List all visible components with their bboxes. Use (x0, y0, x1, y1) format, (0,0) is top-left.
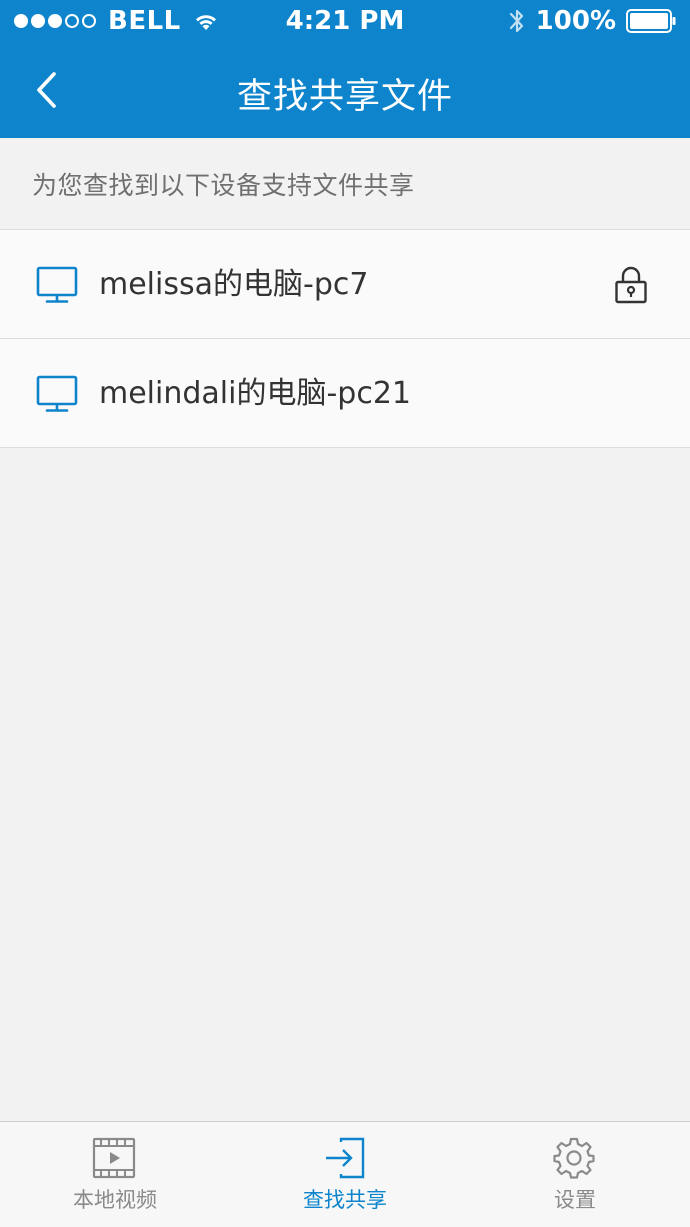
share-enter-icon (326, 1137, 365, 1179)
monitor-icon (36, 266, 78, 303)
status-right: 100% (508, 6, 676, 36)
video-film-icon (92, 1137, 136, 1179)
tab-label: 设置 (554, 1188, 596, 1212)
device-list: melissa的电脑-pc7 melindali的电脑-pc21 (0, 229, 690, 448)
tab-local-video[interactable]: 本地视频 (0, 1122, 230, 1227)
device-row-melissa[interactable]: melissa的电脑-pc7 (0, 230, 690, 339)
monitor-icon (36, 375, 78, 412)
tab-find-share[interactable]: 查找共享 (230, 1122, 460, 1227)
battery-icon (626, 9, 676, 33)
gear-icon (553, 1137, 595, 1179)
device-row-melindali[interactable]: melindali的电脑-pc21 (0, 339, 690, 448)
device-name: melindali的电脑-pc21 (99, 376, 411, 411)
bluetooth-icon (509, 9, 523, 33)
page-title: 查找共享文件 (236, 77, 453, 117)
search-hint-text: 为您查找到以下设备支持文件共享 (32, 170, 415, 200)
nav-bar: 查找共享文件 (0, 44, 690, 138)
tab-settings[interactable]: 设置 (460, 1122, 690, 1227)
app-header: BELL 4:21 PM 100% 查找共享文件 (0, 0, 690, 138)
tab-label: 本地视频 (73, 1188, 157, 1212)
screen: BELL 4:21 PM 100% 查找共享文件 为您查找到以下设备支持文件共享… (0, 0, 690, 1227)
tab-label: 查找共享 (303, 1188, 387, 1212)
status-bar: BELL 4:21 PM 100% (0, 0, 690, 44)
tab-bar: 本地视频 查找共享 设置 (0, 1121, 690, 1227)
device-name: melissa的电脑-pc7 (99, 267, 369, 302)
lock-icon (615, 266, 647, 304)
battery-percent: 100% (535, 6, 616, 36)
